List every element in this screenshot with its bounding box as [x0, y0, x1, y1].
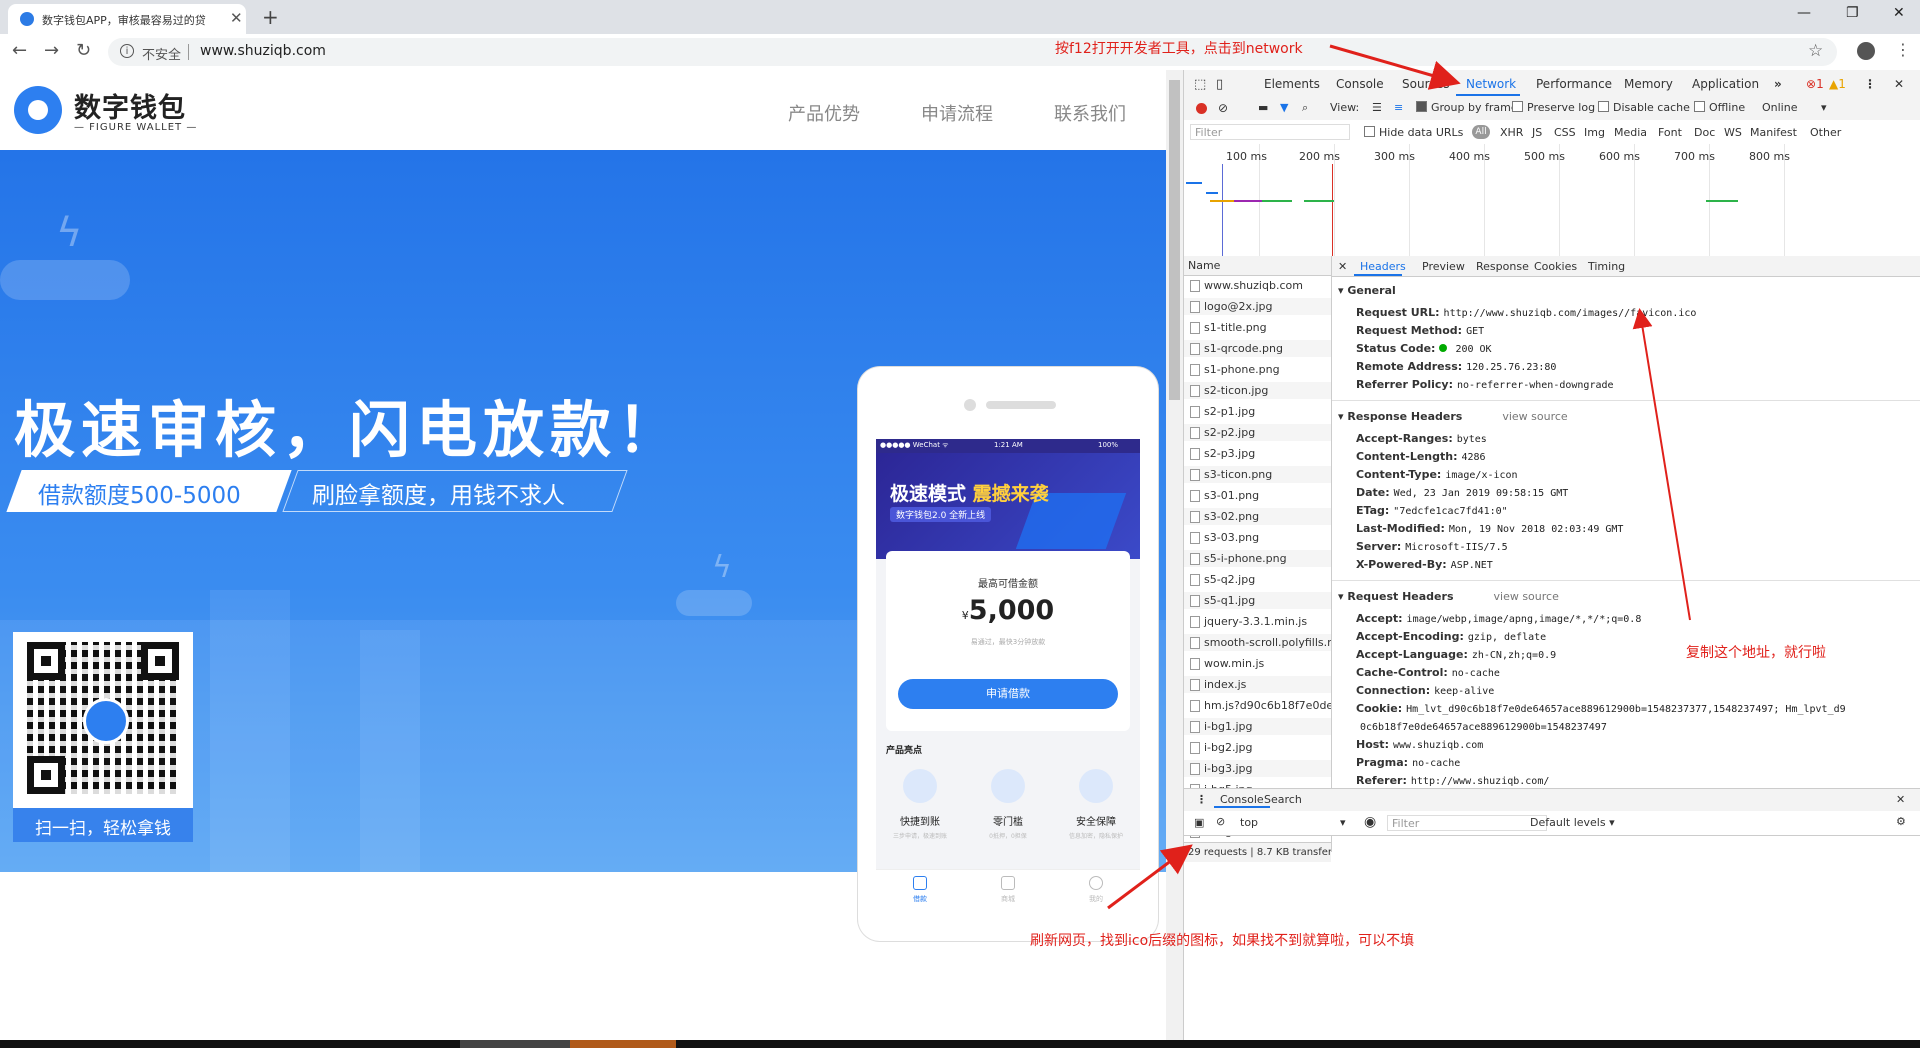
annotation-find-ico: 刷新网页，找到ico后缀的图标，如果找不到就算啦，可以不填: [1030, 933, 1415, 949]
annotation-arrows: [1107, 44, 1691, 910]
arrow-to-network-tab: [1329, 44, 1461, 90]
annotation-copy-url: 复制这个地址，就行啦: [1686, 645, 1826, 661]
annotation-open-devtools: 按f12打开开发者工具，点击到network: [1055, 41, 1303, 57]
arrow-to-request-url: [1632, 308, 1691, 621]
arrow-to-favicon-row: [1107, 844, 1193, 910]
